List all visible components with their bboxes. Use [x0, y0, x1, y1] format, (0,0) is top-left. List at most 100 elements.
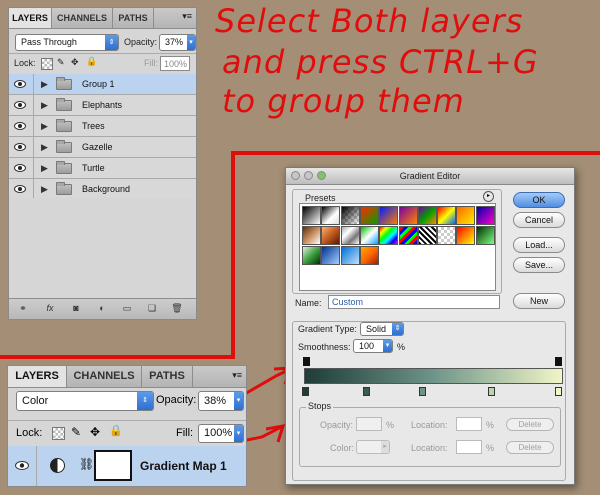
lock-all-icon[interactable]: 🔒 [109, 424, 123, 437]
presets-box: Presets ▸ [292, 189, 502, 294]
new-button[interactable]: New [513, 293, 565, 309]
gradient-preset-swatch[interactable] [398, 206, 418, 225]
zoom-window-icon[interactable] [317, 171, 326, 180]
fill-value: 100% [204, 427, 233, 439]
delete-color-stop-button[interactable]: Delete [506, 441, 554, 454]
stop-opacity-location-label: Location: [411, 420, 448, 430]
blend-mode-select[interactable]: Color ⇕ [16, 391, 154, 411]
lock-label: Lock: [16, 427, 43, 439]
eye-icon [15, 461, 29, 470]
panel-menu-icon[interactable]: ▾≡ [232, 370, 242, 381]
fill-field[interactable]: 100% ▾ [198, 424, 244, 443]
gradient-preset-swatch[interactable] [417, 206, 437, 225]
gradient-preset-swatch[interactable] [302, 206, 321, 225]
tab-layers[interactable]: LAYERS [8, 366, 67, 387]
gradient-preset-swatch[interactable] [359, 246, 379, 265]
tab-channels[interactable]: CHANNELS [67, 366, 142, 387]
gradient-preset-swatch[interactable] [437, 226, 457, 245]
stop-opacity-location-field[interactable] [456, 417, 482, 431]
minimize-window-icon[interactable] [304, 171, 313, 180]
stop-color-label: Color: [330, 443, 355, 453]
stop-opacity-field[interactable] [356, 417, 382, 431]
smoothness-label: Smoothness: [298, 342, 351, 352]
color-stop-4[interactable] [555, 387, 562, 396]
gradient-preset-swatch[interactable] [340, 246, 360, 265]
opacity-label: Opacity: [156, 394, 197, 406]
stop-opacity-unit: % [386, 420, 395, 430]
gradient-preset-swatch[interactable] [340, 226, 360, 245]
gradient-preset-swatch[interactable] [437, 206, 457, 225]
gradient-preview-bar[interactable] [304, 368, 563, 384]
chevron-down-icon: ▾ [234, 425, 243, 442]
gradient-preset-swatch[interactable] [398, 226, 418, 245]
gradient-preset-swatch[interactable] [475, 206, 495, 225]
color-stop-3[interactable] [488, 387, 495, 396]
visibility-toggle[interactable] [8, 446, 37, 486]
layer-name: Gradient Map 1 [140, 459, 227, 473]
name-label: Name: [295, 298, 322, 308]
delete-opacity-stop-button[interactable]: Delete [506, 418, 554, 431]
gradient-preset-swatch[interactable] [340, 206, 360, 225]
adjustment-layer-icon [50, 458, 65, 473]
stop-color-swatch[interactable]: ▸ [356, 440, 390, 454]
layer-row[interactable]: ⛓ Gradient Map 1 [8, 446, 246, 486]
gradient-preset-swatch[interactable] [321, 246, 341, 265]
layer-mask-thumbnail[interactable] [94, 450, 132, 481]
gradient-preset-swatch[interactable] [379, 226, 399, 245]
gradient-preset-swatch[interactable] [417, 226, 437, 245]
gradient-preset-swatch[interactable] [359, 226, 379, 245]
gradient-preset-swatch[interactable] [321, 206, 341, 225]
gradient-preset-swatch[interactable] [456, 206, 476, 225]
dialog-title: Gradient Editor [399, 171, 461, 181]
gradient-type-select[interactable]: Solid ⇕ [360, 322, 404, 336]
color-stop-2[interactable] [419, 387, 426, 396]
blend-mode-value: Color [22, 395, 49, 407]
color-stop-1[interactable] [363, 387, 370, 396]
lock-transparency-icon[interactable] [52, 427, 65, 440]
lock-row: Lock: ✎ ✥ 🔒 Fill: 100% ▾ [8, 420, 246, 447]
chevron-updown-icon: ⇕ [392, 323, 403, 335]
tab-paths[interactable]: PATHS [142, 366, 193, 387]
chain-link-icon[interactable]: ⛓ [79, 457, 94, 471]
stop-color-location-unit: % [486, 443, 495, 453]
gradient-preset-swatch[interactable] [359, 206, 379, 225]
opacity-value: 38% [204, 395, 227, 407]
layers-panel-bottom: LAYERS CHANNELS PATHS ▾≡ Color ⇕ Opacity… [7, 365, 247, 487]
gradient-preset-swatch[interactable] [302, 226, 321, 245]
stop-color-location-field[interactable] [456, 440, 482, 454]
lock-brush-icon[interactable]: ✎ [71, 425, 81, 439]
stop-color-location-label: Location: [411, 443, 448, 453]
color-stop-0[interactable] [302, 387, 309, 396]
opacity-stop-left[interactable] [303, 357, 310, 366]
gradient-preset-swatch[interactable] [302, 246, 321, 265]
opacity-field[interactable]: 38% ▾ [198, 391, 244, 411]
gradient-preset-swatch[interactable] [379, 206, 399, 225]
ok-button[interactable]: OK [513, 192, 565, 208]
stop-opacity-location-unit: % [486, 420, 495, 430]
layers-panel-bottom-tabbar: LAYERS CHANNELS PATHS ▾≡ [8, 366, 246, 388]
gradient-preset-swatch[interactable] [456, 226, 476, 245]
stop-opacity-label: Opacity: [320, 420, 354, 430]
gradient-type-value: Solid [366, 324, 387, 334]
gradient-preset-swatch[interactable] [321, 226, 341, 245]
load-button[interactable]: Load... [513, 237, 565, 253]
lock-move-icon[interactable]: ✥ [90, 425, 100, 439]
chevron-updown-icon: ⇕ [137, 392, 153, 410]
presets-label: Presets [305, 193, 336, 203]
fill-label: Fill: [176, 427, 194, 439]
chevron-down-icon: ▾ [234, 392, 243, 410]
smoothness-value: 100 [359, 341, 375, 351]
save-button[interactable]: Save... [513, 257, 565, 273]
cancel-button[interactable]: Cancel [513, 212, 565, 228]
chevron-down-icon: ▾ [383, 340, 392, 352]
close-window-icon[interactable] [291, 171, 300, 180]
gradient-settings-box: Gradient Type: Solid ⇕ Smoothness: 100 ▾… [292, 321, 566, 481]
name-input[interactable]: Custom [328, 295, 500, 309]
gradient-editor-titlebar: Gradient Editor [286, 168, 574, 185]
presets-menu-icon[interactable]: ▸ [483, 191, 494, 202]
smoothness-field[interactable]: 100 ▾ [353, 339, 393, 353]
stops-box: Stops Opacity: % Location: % Delete Colo… [299, 401, 561, 467]
gradient-preset-swatch[interactable] [475, 226, 495, 245]
opacity-stop-right[interactable] [555, 357, 562, 366]
gradient-editor-dialog: Gradient Editor Presets ▸ OK Cancel Load… [285, 167, 575, 485]
